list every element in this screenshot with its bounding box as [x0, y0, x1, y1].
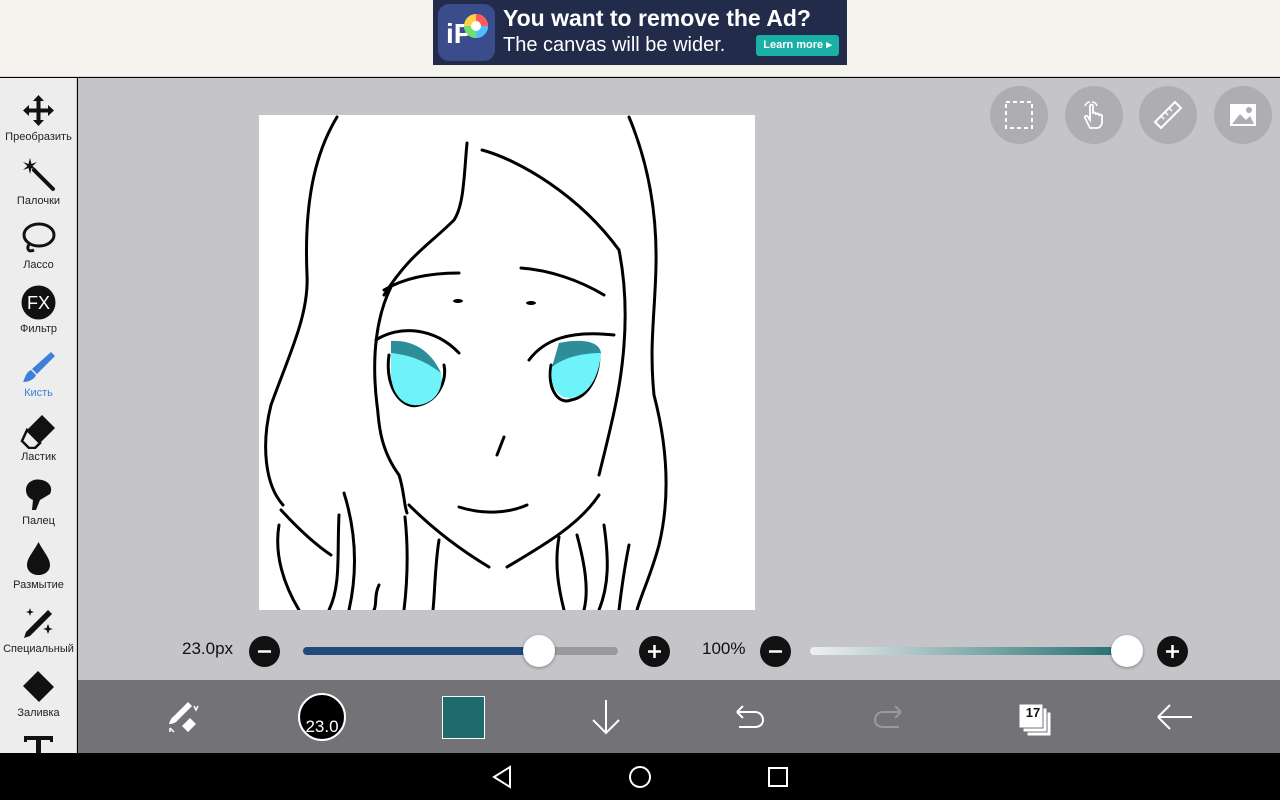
ruler-button[interactable]: [1139, 86, 1197, 144]
tool-fill[interactable]: Заливка: [0, 660, 76, 724]
ad-banner[interactable]: iP You want to remove the Ad? The canvas…: [433, 0, 847, 65]
tool-transform[interactable]: Преобразить: [0, 84, 76, 148]
minus-icon: [258, 650, 271, 653]
size-increase-button[interactable]: [639, 636, 670, 667]
tool-label: Палочки: [16, 195, 61, 207]
system-nav-bar: [0, 753, 1280, 800]
tool-finger[interactable]: Палец: [0, 468, 76, 532]
lasso-icon: [22, 222, 56, 253]
opacity-slider[interactable]: [810, 647, 1130, 655]
brush-size-preview-button[interactable]: 23.0: [298, 693, 346, 741]
text-tool-icon: [24, 736, 53, 753]
plus-icon: [1166, 645, 1179, 658]
finger-icon: [26, 479, 52, 510]
size-decrease-button[interactable]: [249, 636, 280, 667]
tool-lasso[interactable]: Лассо: [0, 212, 76, 276]
brush-size-preview-label: 23.0: [305, 717, 339, 736]
ad-subtitle: The canvas will be wider.: [503, 34, 726, 56]
selection-icon: [1005, 101, 1033, 129]
brush-size-thumb[interactable]: [523, 635, 555, 667]
redo-icon[interactable]: [865, 692, 915, 742]
tool-eraser[interactable]: Ластик: [0, 404, 76, 468]
tool-label: Размытие: [13, 579, 64, 591]
ad-title: You want to remove the Ad?: [503, 5, 811, 31]
tool-sidebar: Преобразить Палочки Лассо FX Фильтр Кист…: [0, 78, 77, 753]
tool-magic-wand[interactable]: Палочки: [0, 148, 76, 212]
back-arrow-icon[interactable]: [1150, 692, 1200, 742]
selection-button[interactable]: [990, 86, 1048, 144]
tool-special[interactable]: Специальный: [0, 596, 76, 660]
hand-gesture-icon: [1083, 101, 1103, 129]
tool-label: Кисть: [24, 387, 53, 399]
ad-banner-bar: iP You want to remove the Ad? The canvas…: [0, 0, 1280, 77]
tool-filter[interactable]: FX Фильтр: [0, 276, 76, 340]
tool-label: Фильтр: [20, 323, 57, 335]
bucket-fill-icon: [23, 671, 54, 702]
nav-home-icon[interactable]: [628, 765, 652, 789]
tool-blur[interactable]: Размытие: [0, 532, 76, 596]
tool-label: Заливка: [17, 707, 60, 719]
ibis-paint-logo: iP: [438, 4, 495, 61]
magic-wand-icon: [23, 158, 55, 191]
gesture-button[interactable]: [1065, 86, 1123, 144]
brush-eraser-swap-icon[interactable]: [158, 692, 208, 742]
minus-icon: [769, 650, 782, 653]
eraser-icon: [20, 415, 55, 449]
color-wheel-icon: [464, 14, 488, 38]
image-icon: [1230, 104, 1256, 126]
tool-label: Палец: [22, 515, 55, 527]
special-pen-icon: [24, 608, 53, 638]
svg-text:FX: FX: [27, 293, 50, 313]
arrow-down-icon[interactable]: [581, 692, 631, 742]
current-color-swatch[interactable]: [442, 696, 485, 739]
tool-label: Преобразить: [5, 131, 72, 143]
fx-icon: FX: [21, 285, 56, 320]
move-arrows-icon: [23, 95, 54, 126]
sketch-artwork: [264, 115, 668, 610]
tool-label: Специальный: [3, 643, 74, 655]
layers-count: 17: [1025, 705, 1041, 720]
tool-label: Ластик: [21, 451, 56, 463]
brush-icon: [23, 352, 55, 382]
learn-more-button[interactable]: Learn more ▸: [756, 35, 839, 56]
brush-size-label: 23.0px: [182, 639, 234, 658]
bottom-toolbar: 23.0 17: [78, 680, 1280, 753]
drawing-canvas[interactable]: [259, 115, 755, 610]
undo-icon[interactable]: [723, 692, 773, 742]
brush-size-fill: [303, 647, 539, 655]
opacity-decrease-button[interactable]: [760, 636, 791, 667]
plus-icon: [648, 645, 661, 658]
canvas-workspace[interactable]: 23.0px 100%: [78, 78, 1280, 680]
tool-brush[interactable]: Кисть: [0, 340, 76, 404]
opacity-label: 100%: [702, 639, 746, 658]
opacity-thumb[interactable]: [1111, 635, 1143, 667]
ruler-icon: [1153, 100, 1183, 130]
tool-text[interactable]: [0, 724, 76, 753]
nav-back-icon[interactable]: [490, 765, 514, 789]
blur-drop-icon: [27, 542, 50, 575]
tool-label: Лассо: [23, 259, 54, 271]
brush-size-slider[interactable]: [303, 647, 618, 655]
nav-recents-icon[interactable]: [766, 765, 790, 789]
reference-image-button[interactable]: [1214, 86, 1272, 144]
opacity-increase-button[interactable]: [1157, 636, 1188, 667]
